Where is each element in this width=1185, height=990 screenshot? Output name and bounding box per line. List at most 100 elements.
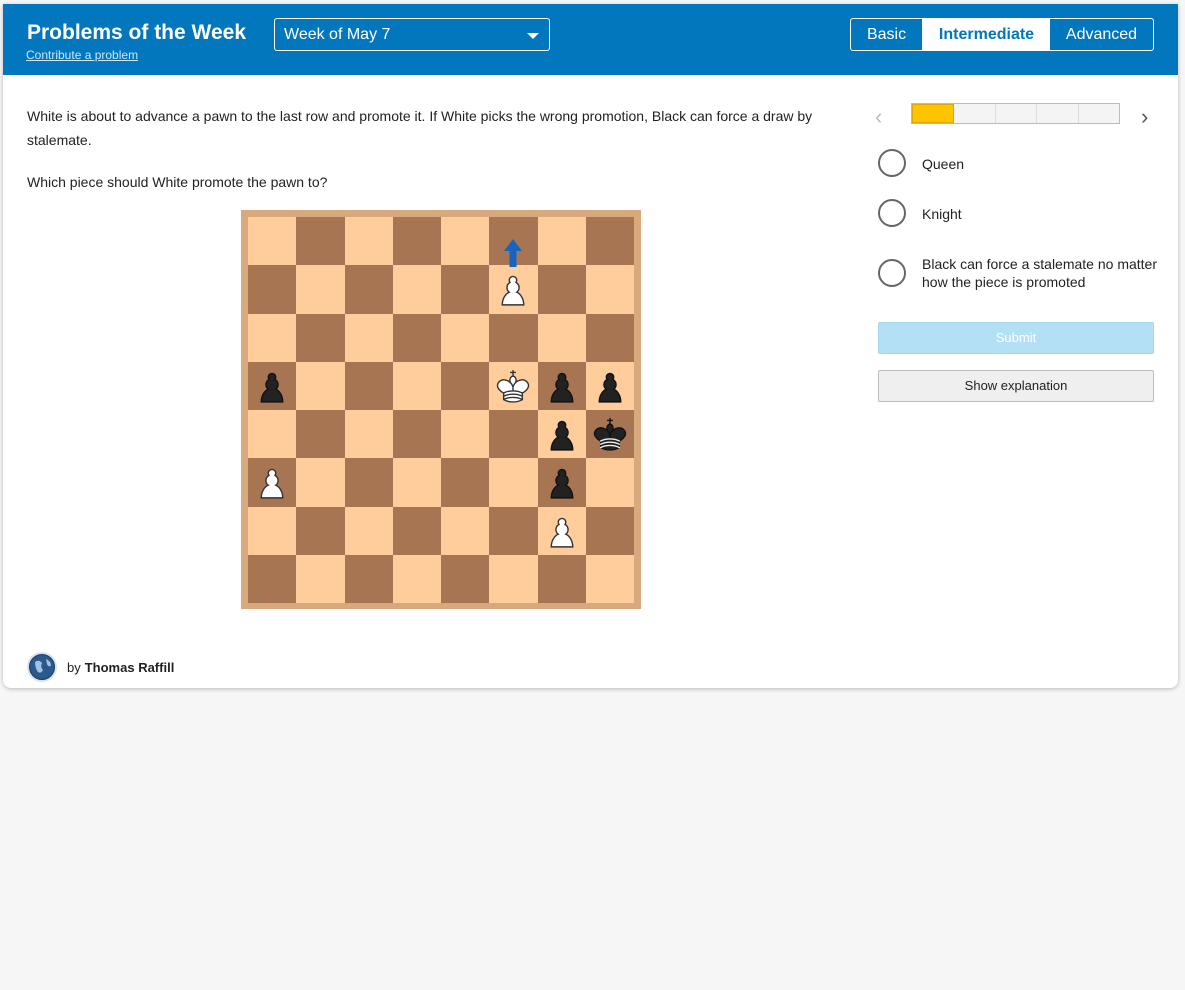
option-label: Queen [922, 156, 965, 172]
arrow-up-icon [489, 237, 537, 273]
board-square-c8 [344, 217, 393, 266]
board-square-f4 [489, 410, 538, 459]
board-square-c2 [344, 506, 393, 555]
show-explanation-button[interactable]: Show explanation [878, 370, 1154, 402]
board-square-e3 [441, 458, 490, 507]
level-tabs: Basic Intermediate Advanced [850, 18, 1154, 51]
author-prefix: by [67, 659, 81, 675]
board-square-c7 [344, 265, 393, 314]
board-square-e4 [441, 410, 490, 459]
board-square-e2 [441, 506, 490, 555]
board-square-b4 [296, 410, 345, 459]
board-square-c1 [344, 554, 393, 603]
board-square-d3 [392, 458, 441, 507]
black-king-icon [586, 410, 634, 458]
chevron-down-icon [527, 33, 539, 39]
board-square-a2 [248, 506, 297, 555]
problem-text: White is about to advance a pawn to the … [27, 108, 813, 148]
black-pawn-icon [586, 362, 634, 410]
progress-bar [911, 103, 1120, 124]
board-square-b2 [296, 506, 345, 555]
board-square-a1 [248, 554, 297, 603]
board-square-d4 [392, 410, 441, 459]
board-square-f1 [489, 554, 538, 603]
board-square-b3 [296, 458, 345, 507]
progress-segment [912, 104, 955, 123]
board-square-a8 [248, 217, 297, 266]
board-square-h3 [585, 458, 634, 507]
week-select[interactable]: Week of May 7 [274, 18, 550, 51]
board-square-a6 [248, 313, 297, 362]
board-square-c6 [344, 313, 393, 362]
board-square-g8 [537, 217, 586, 266]
board-square-h8 [585, 217, 634, 266]
board-square-f3 [489, 458, 538, 507]
progress-segment [995, 104, 1038, 123]
board-square-b1 [296, 554, 345, 603]
option-knight[interactable]: Knight [878, 199, 1162, 227]
board-square-a7 [248, 265, 297, 314]
board-square-h2 [585, 506, 634, 555]
white-king-icon [489, 362, 537, 410]
progress-segment [1078, 104, 1120, 123]
board-square-h1 [585, 554, 634, 603]
chess-board-frame [241, 210, 641, 609]
board-square-e1 [441, 554, 490, 603]
board-square-c3 [344, 458, 393, 507]
board-square-c5 [344, 361, 393, 410]
progress-segment [1037, 104, 1079, 123]
globe-icon [27, 652, 57, 682]
board-square-h6 [585, 313, 634, 362]
tab-intermediate[interactable]: Intermediate [923, 19, 1050, 50]
option-label: Black can force a stalemate no matter ho… [922, 256, 1157, 290]
board-square-d2 [392, 506, 441, 555]
black-pawn-icon [538, 458, 586, 506]
option-queen[interactable]: Queen [878, 149, 1162, 177]
chevron-right-icon[interactable]: › [1141, 104, 1148, 130]
problem-question: Which piece should White promote the paw… [27, 174, 328, 190]
board-square-a4 [248, 410, 297, 459]
white-pawn-icon [248, 458, 296, 506]
header-bar: Problems of the Week Contribute a proble… [3, 4, 1178, 75]
board-square-d5 [392, 361, 441, 410]
board-square-g1 [537, 554, 586, 603]
chevron-left-icon[interactable]: ‹ [875, 104, 882, 130]
board-square-h7 [585, 265, 634, 314]
white-pawn-icon [538, 507, 586, 555]
black-pawn-icon [538, 410, 586, 458]
tab-basic[interactable]: Basic [851, 19, 923, 50]
board-square-d7 [392, 265, 441, 314]
black-pawn-icon [538, 362, 586, 410]
author-credit: by Thomas Raffill [27, 652, 174, 682]
board-square-e7 [441, 265, 490, 314]
tab-advanced[interactable]: Advanced [1050, 19, 1153, 50]
board-square-d6 [392, 313, 441, 362]
board-square-b5 [296, 361, 345, 410]
page-title: Problems of the Week [27, 21, 247, 44]
radio-queen[interactable] [878, 149, 906, 177]
board-square-g7 [537, 265, 586, 314]
board-square-e6 [441, 313, 490, 362]
board-square-b6 [296, 313, 345, 362]
board-square-g6 [537, 313, 586, 362]
progress-segment [954, 104, 996, 123]
radio-stalemate[interactable] [878, 259, 906, 287]
board-square-e8 [441, 217, 490, 266]
board-square-d1 [392, 554, 441, 603]
radio-knight[interactable] [878, 199, 906, 227]
problem-card: Problems of the Week Contribute a proble… [3, 4, 1178, 688]
option-label: Knight [922, 206, 962, 222]
submit-button[interactable]: Submit [878, 322, 1154, 354]
board-square-f2 [489, 506, 538, 555]
board-square-c4 [344, 410, 393, 459]
board-square-b7 [296, 265, 345, 314]
board-square-d8 [392, 217, 441, 266]
chess-board [248, 217, 634, 603]
author-name: Thomas Raffill [84, 659, 175, 675]
contribute-link[interactable]: Contribute a problem [26, 48, 138, 62]
board-square-e5 [441, 361, 490, 410]
option-stalemate[interactable]: Black can force a stalemate no matter ho… [878, 255, 1162, 291]
black-pawn-icon [248, 362, 296, 410]
board-square-f6 [489, 313, 538, 362]
board-square-b8 [296, 217, 345, 266]
